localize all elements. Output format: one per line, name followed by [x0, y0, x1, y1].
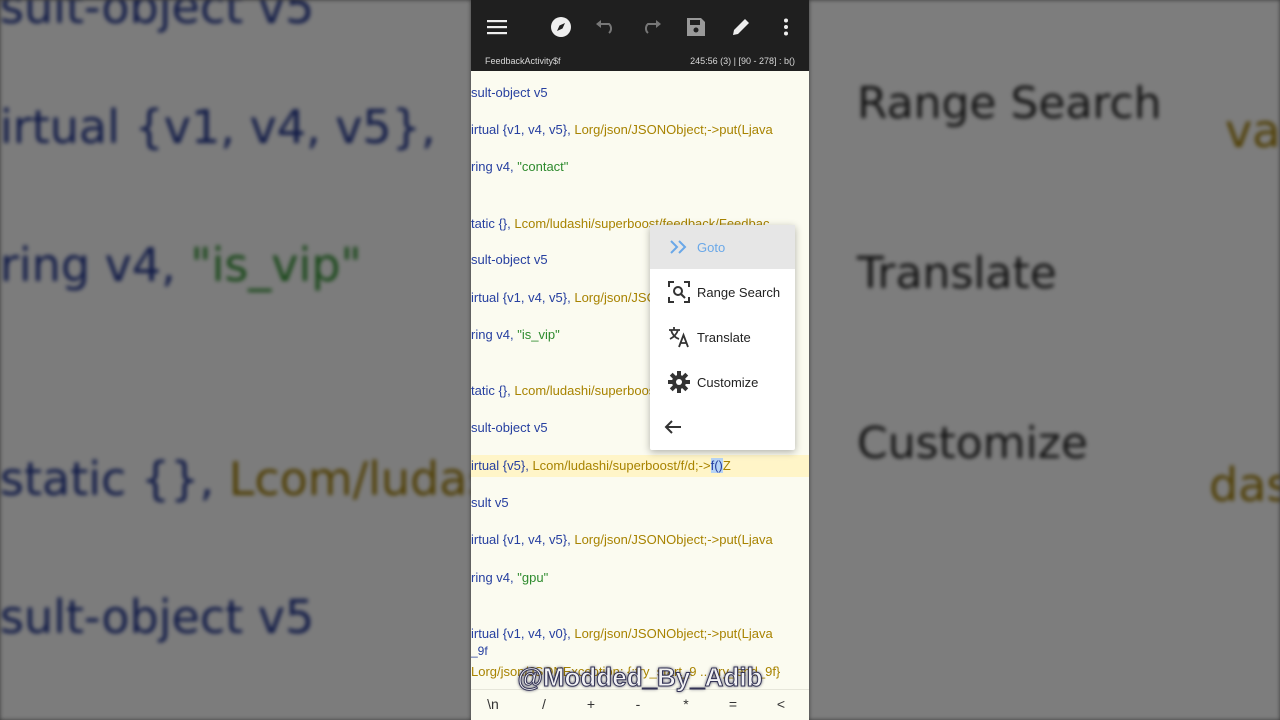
code-line[interactable]: sult v5: [471, 492, 809, 514]
edit-icon[interactable]: [727, 13, 755, 41]
code-token: irtual: [471, 532, 500, 547]
symbol-key[interactable]: /: [529, 696, 559, 712]
compass-icon[interactable]: [547, 13, 575, 41]
context-menu: Goto Range Search Translate Customize: [650, 225, 795, 450]
code-token: irtual: [471, 458, 500, 473]
current-file-name: FeedbackActivity$f: [485, 56, 561, 66]
code-token: "gpu": [517, 570, 549, 585]
code-token: sult-object: [471, 85, 531, 100]
code-token: sult: [471, 495, 492, 510]
code-token: {},: [494, 383, 515, 398]
code-token: sult-object: [471, 420, 531, 435]
cursor-position: 245:56 (3) | [90 - 278] : b(): [690, 56, 795, 66]
code-line[interactable]: ring v4, "contact": [471, 156, 809, 178]
code-token: {v1, v4, v5},: [499, 122, 575, 137]
symbol-key[interactable]: -: [623, 696, 653, 712]
translate-icon: [667, 325, 691, 349]
menu-item-label: Translate: [697, 329, 751, 345]
code-token: {v1, v4, v5},: [499, 532, 575, 547]
code-line[interactable]: _9f: [471, 643, 809, 659]
symbol-key[interactable]: *: [671, 696, 701, 712]
menu-item-range-search[interactable]: Range Search: [650, 270, 795, 314]
code-token: {},: [494, 216, 515, 231]
code-token: ring: [471, 570, 493, 585]
more-vert-icon[interactable]: [772, 13, 800, 41]
top-toolbar: [471, 0, 809, 53]
arrow-left-icon: [661, 415, 685, 439]
code-token: "contact": [517, 159, 569, 174]
code-line[interactable]: irtual {v1, v4, v5}, Lorg/json/JSONObjec…: [471, 529, 809, 551]
code-line[interactable]: irtual {v1, v4, v5}, Lorg/json/JSONObjec…: [471, 119, 809, 141]
menu-item-label: Customize: [697, 374, 759, 390]
code-token: {v1, v4, v0},: [499, 626, 575, 641]
code-token: Z: [722, 458, 731, 473]
code-token: irtual: [471, 626, 500, 641]
menu-item-goto[interactable]: Goto: [650, 225, 795, 269]
save-icon[interactable]: [682, 13, 710, 41]
watermark-text: @Modded_By_Adib: [517, 662, 763, 693]
gear-icon: [667, 370, 691, 394]
code-token: ring: [471, 159, 493, 174]
code-token: {v5},: [499, 458, 533, 473]
code-token: v4,: [492, 159, 518, 174]
redo-icon[interactable]: [637, 13, 665, 41]
code-token: ring: [471, 327, 493, 342]
code-token: v4,: [492, 327, 518, 342]
code-token: irtual: [471, 122, 500, 137]
code-token: Lcom/ludashi/superboost/f/d;->: [532, 458, 711, 473]
symbol-key[interactable]: +: [576, 696, 606, 712]
code-token: irtual: [471, 290, 500, 305]
symbol-key[interactable]: =: [718, 696, 748, 712]
code-token: v5: [530, 252, 548, 267]
code-line[interactable]: sult-object v5: [471, 82, 809, 104]
code-token: tatic: [471, 216, 495, 231]
code-token: v5: [530, 420, 548, 435]
menu-back-button[interactable]: [650, 405, 795, 449]
code-token: v4,: [492, 570, 518, 585]
menu-icon[interactable]: [483, 13, 511, 41]
code-line[interactable]: irtual {v5}, Lcom/ludashi/superboost/f/d…: [471, 455, 809, 477]
code-token: Lorg/json/JSONObject;->put(Ljava: [574, 532, 773, 547]
symbol-key[interactable]: \n: [478, 696, 508, 712]
code-token: f(): [710, 458, 723, 473]
code-token: Lorg/json/JSONObject;->put(Ljava: [574, 122, 773, 137]
menu-item-customize[interactable]: Customize: [650, 360, 795, 404]
code-token: _9f: [471, 644, 488, 658]
code-token: v5: [530, 85, 548, 100]
code-token: v5: [491, 495, 509, 510]
code-token: {v1, v4, v5},: [499, 290, 575, 305]
symbol-key[interactable]: <: [766, 696, 796, 712]
menu-item-label: Range Search: [697, 284, 781, 300]
code-line[interactable]: ring v4, "gpu": [471, 567, 809, 589]
code-line[interactable]: irtual {v1, v4, v0}, Lorg/json/JSONObjec…: [471, 623, 809, 645]
symbol-keys-bar: \n / + - * = <: [471, 689, 809, 720]
code-token: Lorg/json/JSONObject;->put(Ljava: [574, 626, 773, 641]
menu-item-translate[interactable]: Translate: [650, 315, 795, 359]
background-left-blur: sult-object v5 irtual {v1, v4, v5}, ring …: [0, 0, 471, 720]
undo-icon[interactable]: [592, 13, 620, 41]
double-chevron-right-icon: [667, 235, 691, 259]
background-right-blur: Range Search Translate Customize va das: [809, 0, 1280, 720]
code-token: tatic: [471, 383, 495, 398]
menu-item-label: Goto: [697, 239, 726, 255]
code-token: "is_vip": [517, 327, 560, 342]
code-token: sult-object: [471, 252, 531, 267]
range-search-icon: [667, 280, 691, 304]
status-bar: FeedbackActivity$f 245:56 (3) | [90 - 27…: [471, 53, 809, 71]
